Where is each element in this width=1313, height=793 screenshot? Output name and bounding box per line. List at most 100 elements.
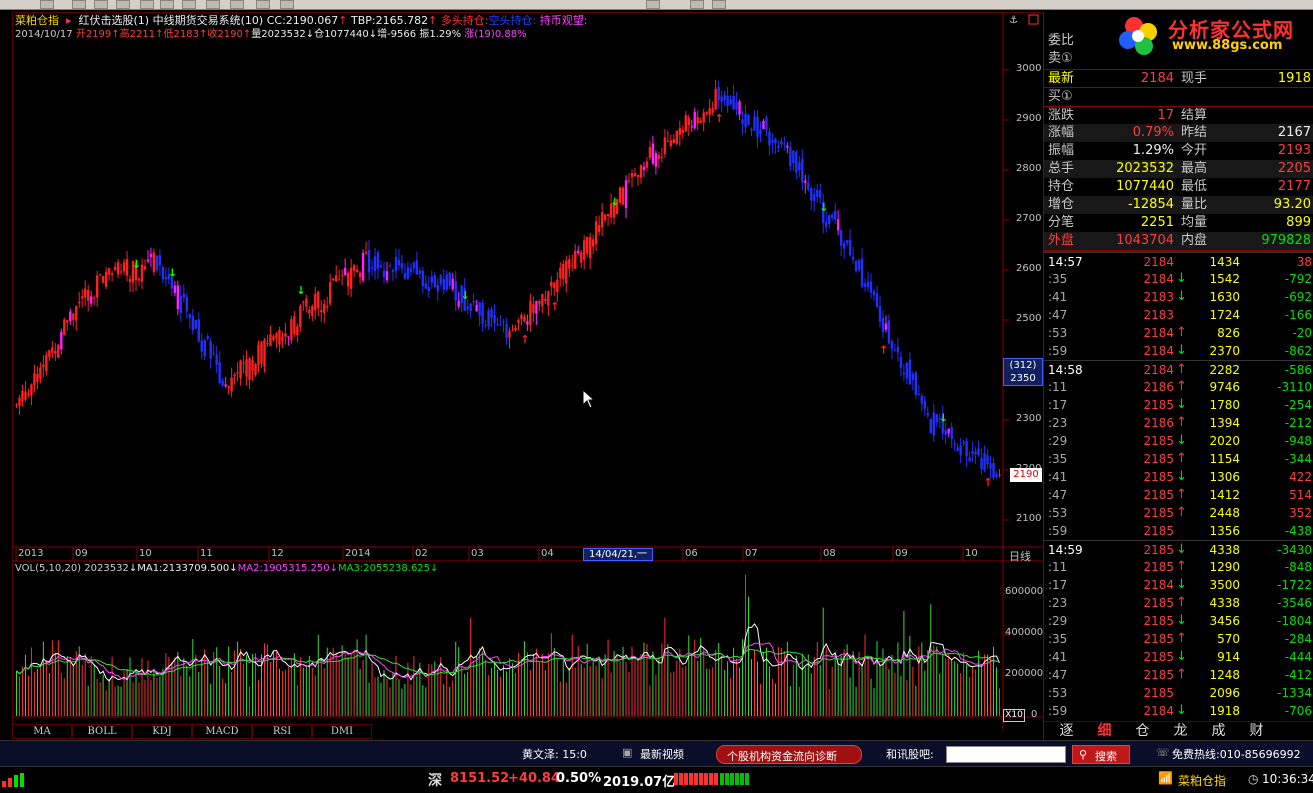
quote-row-waipan: 外盘 1043704 内盘 979828 (1044, 232, 1313, 250)
toolbar-button[interactable] (160, 0, 174, 9)
tick-row: :35 2185 ↑ 1154 -344 (1044, 450, 1313, 468)
tick-volume: 2370 (1209, 344, 1240, 358)
toolbar-button[interactable] (690, 0, 704, 9)
candle-body (248, 358, 251, 380)
toolbar-button[interactable] (646, 0, 660, 9)
vol-ma2: MA2:1905315.250 (237, 563, 330, 574)
status-symbol[interactable]: 菜粕仓指 (1178, 772, 1226, 789)
candle-body (947, 429, 950, 434)
tick-time: :53 (1048, 326, 1068, 340)
tick-diff: -166 (1284, 308, 1312, 322)
candle-body (397, 259, 401, 266)
forum-search-input[interactable] (946, 746, 1066, 763)
long-label: 多头持仓 (440, 14, 485, 27)
toolbar-button[interactable] (40, 0, 54, 9)
indicator-tab-dmi[interactable]: DMI (312, 724, 372, 739)
period-label[interactable]: 日线 (1009, 548, 1031, 564)
candle-body (332, 278, 335, 281)
toolbar-button[interactable] (230, 0, 244, 9)
right-tab-5[interactable]: 财 (1238, 723, 1275, 740)
video-link[interactable]: 最新视频 (640, 746, 684, 762)
tick-price: 2185 (1143, 470, 1174, 484)
tick-diff: -344 (1284, 452, 1312, 466)
candle-body (340, 275, 344, 277)
tick-time: :59 (1048, 344, 1068, 358)
status-time: 10:36:34 (1262, 772, 1313, 786)
candle-body (929, 418, 932, 433)
candle-body (735, 101, 738, 110)
candle-body (585, 236, 589, 254)
up-arrow-icon: ↑ (428, 14, 438, 27)
candle-body (720, 96, 723, 102)
candle-body (370, 267, 374, 269)
candle-body (705, 111, 708, 114)
candle-body (496, 324, 499, 326)
candle-body (421, 270, 425, 287)
tick-row: :59 2184 ↓ 1918 -706 (1044, 702, 1313, 720)
candle-body (98, 274, 102, 276)
candle-body (866, 281, 870, 288)
candle-body (848, 239, 852, 256)
right-tab-2[interactable]: 仓 (1124, 723, 1161, 740)
right-tab-0[interactable]: 逐 (1048, 723, 1085, 740)
candle-body (18, 397, 21, 407)
tick-price: 2184 (1143, 326, 1174, 340)
indicator-tab-macd[interactable]: MACD (192, 724, 252, 739)
quote-row-buy1: 买① (1044, 87, 1313, 105)
candle-body (51, 347, 54, 354)
right-tab-3[interactable]: 龙 (1162, 723, 1199, 740)
toolbar-button[interactable] (140, 0, 154, 9)
indicator-tab-kdj[interactable]: KDJ (132, 724, 192, 739)
toolbar-button[interactable] (712, 0, 726, 9)
candle-body (535, 300, 538, 314)
ohlc-date: 2014/10/17 (15, 29, 73, 40)
candle-body (591, 239, 595, 247)
toolbar-button[interactable] (280, 0, 294, 9)
candle-body (176, 285, 180, 310)
tick-time: :35 (1048, 452, 1068, 466)
toolbar-button[interactable] (182, 0, 196, 9)
tick-price: 2185 (1143, 650, 1174, 664)
vol-value: 2023532 (84, 563, 129, 574)
tick-diff: -254 (1284, 398, 1312, 412)
toolbar-button[interactable] (116, 0, 130, 9)
candle-body (75, 306, 78, 321)
candle-body (872, 291, 876, 296)
candle-body (87, 289, 90, 301)
volume-bars-group (15, 574, 1001, 716)
volume-title-bar: VOL(5,10,20) 2023532↓MA1:2133709.500↓MA2… (15, 563, 439, 574)
kline-svg[interactable]: ⚓ ↓ ↓ ↓ ↓ ↑ ↑ ↓ ↑ ↓ ↑ ↓ ↑ (13, 13, 1044, 729)
tick-price: 2185 (1143, 543, 1174, 557)
indicator-tab-rsi[interactable]: RSI (252, 724, 312, 739)
kline-chart-area[interactable]: ⚓ ↓ ↓ ↓ ↓ ↑ ↑ ↓ ↑ ↓ ↑ ↓ ↑ 菜粕仓指 ▸ 红伏击选股(1) 中线期货交易系统(… (12, 12, 1044, 729)
tick-time: :59 (1048, 524, 1068, 538)
tick-volume: 1154 (1209, 452, 1240, 466)
quote-row-zhangfu: 涨幅 0.79% 昨结 2167 (1044, 124, 1313, 142)
search-button[interactable]: ⚲ 搜索 (1072, 745, 1130, 764)
toolbar-button[interactable] (256, 0, 270, 9)
toolbar-button[interactable] (72, 0, 86, 9)
candle-body (21, 390, 24, 402)
candle-body (621, 187, 625, 205)
candle-body (786, 145, 789, 148)
right-tab-1[interactable]: 细 (1086, 723, 1123, 740)
system-name: 中线期货交易系统(10) (152, 14, 264, 27)
candle-body (266, 342, 269, 344)
candle-body (490, 309, 493, 319)
toolbar-button[interactable] (206, 0, 220, 9)
indicator-tab-ma[interactable]: MA (12, 724, 72, 739)
right-tab-4[interactable]: 成 (1200, 723, 1237, 740)
news-user[interactable]: 黄文泽: 15:0 (522, 746, 587, 762)
toolbar-button[interactable] (94, 0, 108, 9)
candle-body (926, 412, 929, 416)
diag-button[interactable]: 个股机构资金流向诊断 (716, 745, 862, 764)
candle-body (305, 298, 308, 307)
candle-body (33, 373, 36, 386)
symbol-name[interactable]: 菜粕仓指 (15, 14, 59, 27)
candle-body (299, 305, 302, 327)
candle-body (367, 249, 371, 273)
mouse-cursor-icon (582, 389, 596, 409)
ohlc-oi: 仓1077440 (314, 29, 369, 40)
indicator-tab-boll[interactable]: BOLL (72, 724, 132, 739)
candle-body (122, 262, 126, 272)
